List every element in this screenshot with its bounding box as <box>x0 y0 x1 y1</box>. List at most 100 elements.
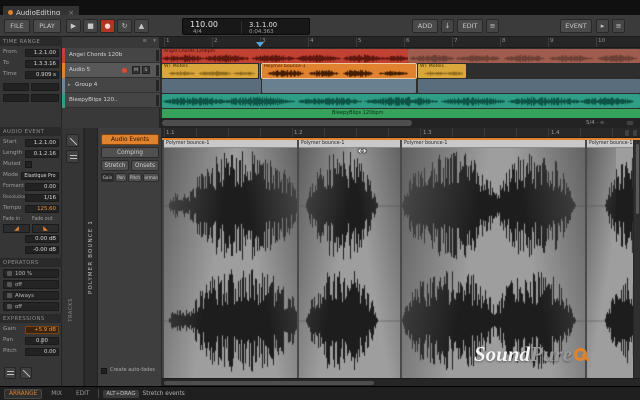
time-signature-display[interactable]: 4/4 <box>193 29 202 35</box>
playhead-marker[interactable] <box>256 42 264 47</box>
pitch-mini-button[interactable]: Pitch <box>128 173 142 182</box>
menu-icon[interactable]: ≡ <box>486 19 499 33</box>
panel-icon[interactable]: ▸ <box>596 19 609 33</box>
editor-clip-1[interactable]: Polymer bounce-1 <box>164 140 297 378</box>
track-row-angel-chords[interactable]: Angel Chords 120b <box>62 48 160 63</box>
gain-mini-button[interactable]: Gain <box>101 173 114 182</box>
track-row-audio5[interactable]: Audio 5 M S <box>62 63 160 78</box>
formant-mini-button[interactable]: Formant <box>143 173 159 182</box>
time-field[interactable]: 0.909 s <box>25 71 59 79</box>
knife-tool-icon[interactable] <box>66 150 79 163</box>
clip-notes-segment-3[interactable] <box>418 79 640 93</box>
occurrence-operator[interactable]: off <box>3 302 59 311</box>
comping-button[interactable]: Comping <box>101 147 159 158</box>
track-row-bleepyblips[interactable]: BleepyBlips 120.. <box>62 93 160 108</box>
tracks-vertical-label[interactable]: TRACKS <box>69 298 74 322</box>
stop-icon[interactable]: ■ <box>83 19 98 33</box>
metronome-icon[interactable]: ▲ <box>134 19 149 33</box>
clip-wt-motels-2[interactable]: WT Motels <box>418 64 466 78</box>
editor-vscrollbar[interactable] <box>633 140 640 378</box>
clip-header[interactable]: Polymer bounce-1 <box>164 140 297 148</box>
clip-notes-segment-2[interactable] <box>262 79 416 93</box>
file-button[interactable]: FILE <box>4 19 30 33</box>
fade-gain-field[interactable]: 0.00 dB <box>25 235 59 243</box>
layout-icon[interactable]: ≡ <box>612 19 625 33</box>
track-collapse-icon[interactable]: ≡ <box>142 38 147 44</box>
clip-notes-segment-1[interactable] <box>162 79 261 93</box>
ruler-option-icon[interactable] <box>632 129 638 137</box>
editor-hscrollbar[interactable] <box>162 378 640 386</box>
empty-slot[interactable] <box>3 83 29 91</box>
mode-dropdown[interactable]: Elastique Pro <box>21 172 59 180</box>
arrange-tab[interactable]: ARRANGE <box>4 389 42 399</box>
hscrollbar-handle[interactable] <box>164 381 374 385</box>
clip-header[interactable]: Polymer bounce-1 <box>402 140 585 148</box>
onsets-button[interactable]: Onsets <box>131 160 159 171</box>
loop-icon[interactable]: ↻ <box>117 19 132 33</box>
track-menu-icon[interactable]: ▾ <box>153 38 156 44</box>
zoom-icon[interactable] <box>20 367 32 379</box>
track-name[interactable]: Group 4 <box>75 78 97 93</box>
record-icon[interactable]: ● <box>100 19 115 33</box>
solo-button[interactable]: S <box>142 66 150 74</box>
fade-gain2-field[interactable]: -0.00 dB <box>25 246 59 254</box>
empty-slot[interactable] <box>3 94 29 102</box>
transport-display[interactable]: 110.00 4/4 3.1.1.00 0:04.363 <box>182 18 310 35</box>
track-row-group4[interactable]: ▸ Group 4 <box>62 78 160 93</box>
empty-slot[interactable] <box>31 83 59 91</box>
mix-tab[interactable]: MIX <box>46 389 67 399</box>
play-icon[interactable]: ▶ <box>66 19 81 33</box>
length-field[interactable]: 0.1.2.16 <box>25 150 59 158</box>
add-button[interactable]: ADD <box>412 19 438 33</box>
ruler-option-icon[interactable] <box>624 129 630 137</box>
track-name[interactable]: Audio 5 <box>69 63 90 78</box>
clip-header[interactable]: Polymer bounce-1 <box>299 140 400 148</box>
clip-angel-chords[interactable]: Angel Chords 120bpm <box>162 49 408 63</box>
zoom-out-icon[interactable] <box>626 120 634 126</box>
editor-clip-2[interactable]: Polymer bounce-1 <box>299 140 400 378</box>
audio-events-button[interactable]: Audio Events <box>101 134 159 145</box>
gain-field[interactable]: +5.9 dB <box>25 326 59 334</box>
track-name[interactable]: Angel Chords 120b <box>69 48 122 63</box>
pitch-field[interactable]: 0.00 <box>25 348 59 356</box>
scrollbar-handle[interactable] <box>162 120 412 126</box>
folder-caret-icon[interactable]: ▸ <box>68 78 71 93</box>
auto-fades-checkbox[interactable] <box>101 368 107 374</box>
formant-field[interactable]: 0.00 <box>25 183 59 191</box>
resolution-field[interactable]: 1/16 <box>25 194 59 202</box>
arranger-ruler[interactable]: 1 2 3 4 5 6 7 8 9 10 <box>160 37 640 48</box>
position-display[interactable]: 3.1.1.00 <box>249 21 277 29</box>
clip-bleepyblips[interactable] <box>162 94 640 108</box>
start-field[interactable]: 1.2.1.00 <box>25 139 59 147</box>
pan-slider[interactable]: 0.00 <box>25 337 59 345</box>
fade-out-slope-button[interactable]: ◣ <box>32 224 59 233</box>
pan-mini-button[interactable]: Pan <box>115 173 127 182</box>
save-icon[interactable]: ↓ <box>441 19 454 33</box>
edit-button[interactable]: EDIT <box>457 19 483 33</box>
tempo-display[interactable]: 110.00 <box>190 20 218 29</box>
editor-ruler[interactable]: 1.1 1.2 1.3 1.4 <box>162 128 640 138</box>
from-field[interactable]: 1.2.1.00 <box>25 49 59 57</box>
bleepyblips-group-bar[interactable]: BleepyBlips 120bpm <box>162 109 640 118</box>
clip-wt-motels-1[interactable]: WT Motels <box>162 64 258 78</box>
vscrollbar-handle[interactable] <box>636 144 639 214</box>
to-field[interactable]: 1.3.3.16 <box>25 60 59 68</box>
track-name[interactable]: BleepyBlips 120.. <box>69 93 118 108</box>
clip-angel-chords-tail[interactable] <box>408 49 640 63</box>
edit-tab[interactable]: EDIT <box>71 389 94 399</box>
stretch-button[interactable]: Stretch <box>101 160 129 171</box>
fade-in-slope-button[interactable]: ◢ <box>3 224 30 233</box>
grid-icon[interactable] <box>4 367 16 379</box>
record-arm-icon[interactable] <box>122 68 127 73</box>
arranger-scrollbar[interactable]: 5/4 · ∞ <box>160 118 640 128</box>
clip-polymer-bounce[interactable]: Polymer bounce-1 <box>262 64 416 78</box>
chance-operator[interactable]: 100 % <box>3 269 59 278</box>
pencil-tool-icon[interactable] <box>66 134 79 147</box>
editor-track-strip[interactable]: POLYMER BOUNCE 1 <box>84 128 98 386</box>
muted-checkbox[interactable] <box>25 161 32 168</box>
clock-display[interactable]: 0:04.363 <box>249 29 274 35</box>
event-tempo-field[interactable]: 125.60 <box>25 205 59 213</box>
repeat-operator[interactable]: off <box>3 280 59 289</box>
event-button[interactable]: EVENT <box>560 19 592 33</box>
recurrence-operator[interactable]: Always <box>3 291 59 300</box>
